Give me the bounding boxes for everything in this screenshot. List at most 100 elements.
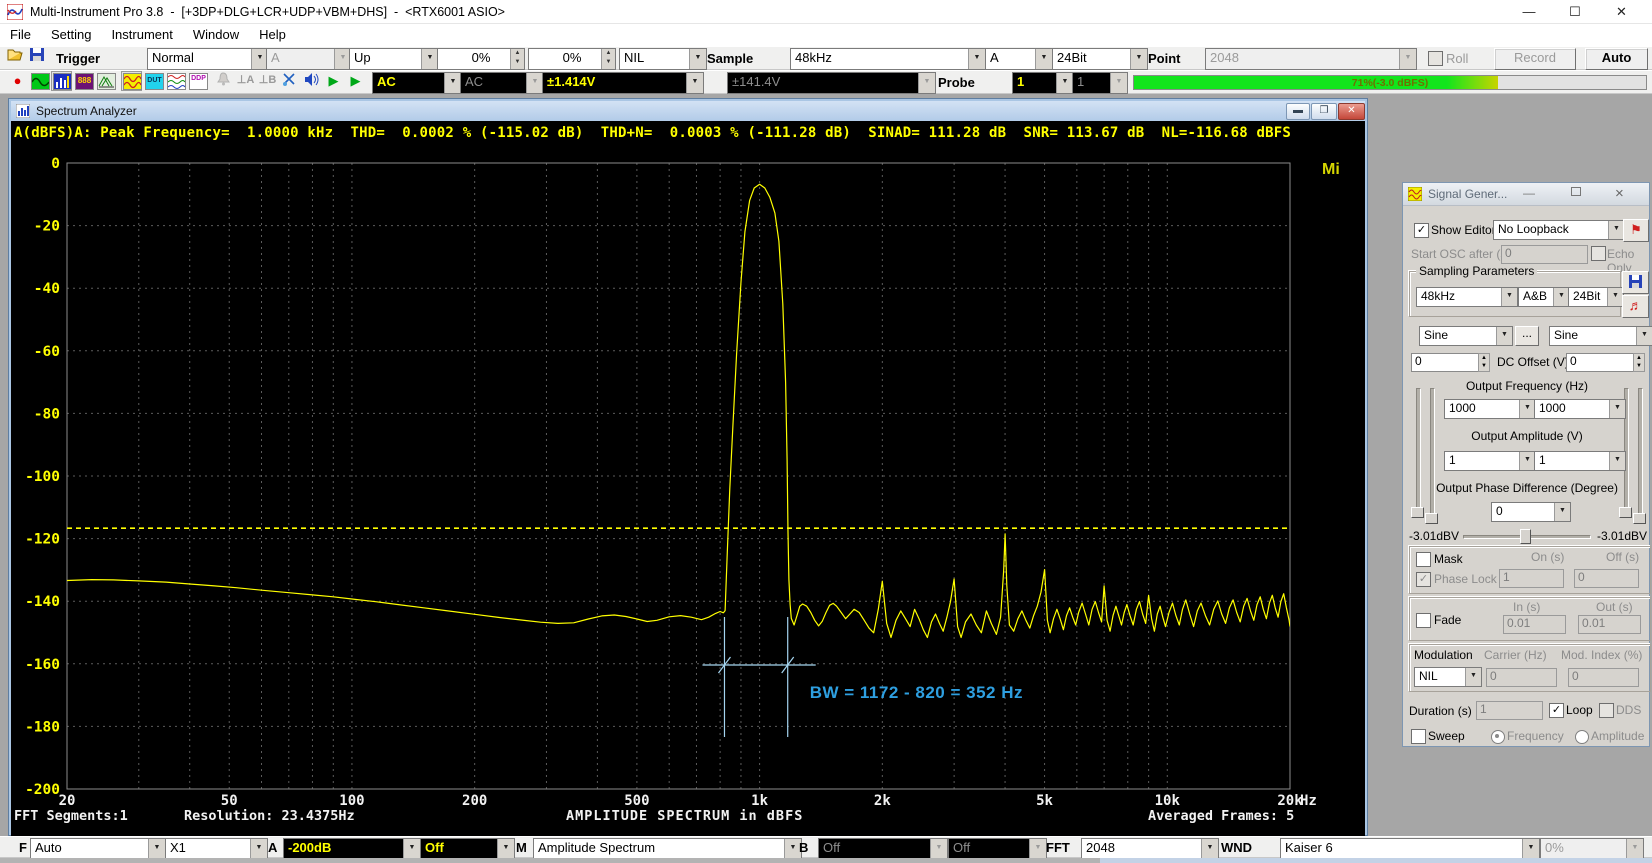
record-icon[interactable]: ● — [8, 72, 27, 90]
chevron-down-icon[interactable]: ▼ — [1554, 503, 1570, 521]
chevron-down-icon[interactable]: ▼ — [421, 49, 438, 69]
spectrum-minimize-button[interactable]: ▬ — [1286, 103, 1310, 120]
chevron-down-icon[interactable]: ▼ — [1496, 327, 1512, 345]
freq-b-slider-handle[interactable] — [1619, 507, 1632, 518]
window-function-select[interactable]: Kaiser 6▼ — [1280, 838, 1540, 860]
amplitude-b-select[interactable]: 1▼ — [1534, 451, 1626, 471]
run-generator-button[interactable]: ⚑ — [1623, 219, 1649, 242]
show-editor-checkbox[interactable] — [1414, 223, 1429, 238]
sample-bits-select[interactable]: 24Bit▼ — [1052, 48, 1148, 70]
panel-minimize-icon[interactable]: — — [1523, 186, 1535, 200]
derived-dps-icon[interactable] — [166, 72, 185, 90]
spectrum-3d-plot-icon[interactable] — [96, 72, 115, 90]
amp-a-slider[interactable] — [1430, 388, 1435, 518]
fade-checkbox[interactable] — [1416, 613, 1431, 628]
chevron-down-icon[interactable]: ▼ — [444, 73, 461, 93]
waveform-a-select[interactable]: Sine▼ — [1419, 326, 1513, 346]
sample-channel-select[interactable]: A▼ — [985, 48, 1053, 70]
chevron-down-icon[interactable]: ▼ — [1609, 452, 1625, 470]
save-icon[interactable] — [28, 48, 47, 66]
sound-output-icon[interactable] — [302, 72, 321, 90]
chevron-down-icon[interactable]: ▼ — [1608, 221, 1624, 239]
trigger-edge-select[interactable]: Up▼ — [349, 48, 439, 70]
menu-item-window[interactable]: Window — [183, 24, 249, 42]
chevron-down-icon[interactable]: ▼ — [1607, 288, 1623, 306]
signal-generator-titlebar[interactable]: Signal Gener... — × — [1403, 183, 1649, 206]
chevron-down-icon[interactable]: ▼ — [689, 49, 706, 69]
frequency-b-select[interactable]: 1000▼ — [1534, 399, 1626, 419]
probe-a-select[interactable]: 1▼ — [1012, 72, 1074, 94]
phase-difference-select[interactable]: 0▼ — [1491, 502, 1571, 522]
chevron-down-icon[interactable]: ▼ — [1553, 288, 1569, 306]
dc-offset-a-stepper[interactable]: ▲▼ — [1478, 353, 1490, 372]
spectrum-close-button[interactable]: ✕ — [1338, 103, 1365, 120]
spectrum-window-titlebar[interactable]: Spectrum Analyzer ▬ ❐ ✕ — [11, 101, 1365, 121]
trigger-delay-stepper[interactable]: 0%▲▼ — [528, 48, 616, 70]
chevron-down-icon[interactable]: ▼ — [1130, 49, 1147, 69]
sg-channels-select[interactable]: A&B▼ — [1518, 287, 1570, 307]
chevron-down-icon[interactable]: ▼ — [1519, 400, 1535, 418]
auto-button[interactable]: Auto — [1585, 48, 1648, 70]
spinner-arrows-icon[interactable]: ▲▼ — [601, 49, 615, 69]
chevron-down-icon[interactable]: ▼ — [1035, 49, 1052, 69]
a-mode-select[interactable]: Off▼ — [420, 838, 515, 860]
spinner-arrows-icon[interactable]: ▲▼ — [510, 49, 524, 69]
mask-checkbox[interactable] — [1416, 552, 1431, 567]
chevron-down-icon[interactable]: ▼ — [250, 839, 267, 859]
waveform-b-select[interactable]: Sine▼ — [1549, 326, 1652, 346]
open-wave-library-button[interactable]: ♬ — [1622, 295, 1649, 318]
loopback-select[interactable]: No Loopback▼ — [1493, 220, 1625, 240]
a-range-select[interactable]: -200dB▼ — [283, 838, 421, 860]
oscilloscope-icon[interactable] — [30, 72, 49, 90]
chevron-down-icon[interactable]: ▼ — [497, 839, 514, 859]
dc-offset-b-input[interactable]: 0 — [1566, 353, 1637, 372]
spectrum-restore-button[interactable]: ❐ — [1311, 103, 1337, 120]
chevron-down-icon[interactable]: ▼ — [1501, 288, 1517, 306]
dc-offset-b-stepper[interactable]: ▲▼ — [1633, 353, 1645, 372]
sample-rate-select[interactable]: 48kHz▼ — [790, 48, 986, 70]
chevron-down-icon[interactable]: ▼ — [1636, 327, 1652, 345]
chevron-down-icon[interactable]: ▼ — [1519, 452, 1535, 470]
single-run-icon[interactable]: ▶ — [346, 72, 365, 90]
balance-slider-handle[interactable] — [1520, 529, 1531, 544]
zoom-select[interactable]: X1▼ — [165, 838, 268, 860]
sg-sample-rate-select[interactable]: 48kHz▼ — [1416, 287, 1518, 307]
signal-generator-icon[interactable] — [122, 72, 141, 90]
modulation-select[interactable]: NIL▼ — [1414, 667, 1482, 687]
amp-b-slider-handle[interactable] — [1633, 513, 1646, 524]
panel-close-icon[interactable]: × — [1615, 185, 1624, 202]
display-mode-select[interactable]: Amplitude Spectrum▼ — [533, 838, 802, 860]
trigger-level-stepper[interactable]: 0%▲▼ — [437, 48, 525, 70]
more-waveform-button[interactable]: ... — [1515, 326, 1539, 346]
chevron-down-icon[interactable]: ▼ — [968, 49, 985, 69]
run-icon[interactable]: ▶ — [324, 72, 343, 90]
menu-item-setting[interactable]: Setting — [41, 24, 101, 42]
amp-b-slider[interactable] — [1638, 388, 1643, 518]
range-a-select[interactable]: ±1.414V▼ — [542, 72, 704, 94]
app-maximize-button[interactable]: ☐ — [1552, 0, 1598, 24]
chevron-down-icon[interactable]: ▼ — [1056, 73, 1073, 93]
chevron-down-icon[interactable]: ▼ — [1465, 668, 1481, 686]
spectrum-analyzer-icon[interactable] — [52, 72, 71, 90]
amplitude-a-select[interactable]: 1▼ — [1444, 451, 1536, 471]
trigger-reject-select[interactable]: NIL▼ — [619, 48, 707, 70]
freq-a-slider-handle[interactable] — [1411, 507, 1424, 518]
menu-item-instrument[interactable]: Instrument — [101, 24, 182, 42]
save-signal-button[interactable] — [1622, 271, 1649, 294]
menu-item-help[interactable]: Help — [249, 24, 296, 42]
freq-a-slider[interactable] — [1416, 388, 1421, 518]
app-minimize-button[interactable]: — — [1506, 0, 1552, 24]
panel-maximize-icon[interactable] — [1571, 187, 1581, 196]
chevron-down-icon[interactable]: ▼ — [1522, 839, 1539, 859]
fft-size-select[interactable]: 2048▼ — [1081, 838, 1219, 860]
multimeter-icon[interactable]: 888 — [74, 72, 93, 90]
ddp-viewer-icon[interactable]: DDP — [188, 72, 207, 90]
trigger-mode-select[interactable]: Normal▼ — [147, 48, 269, 70]
menu-item-file[interactable]: File — [0, 24, 41, 42]
frequency-a-select[interactable]: 1000▼ — [1444, 399, 1536, 419]
frequency-range-select[interactable]: Auto▼ — [30, 838, 166, 860]
amp-a-slider-handle[interactable] — [1425, 513, 1438, 524]
probe-calibration-icon[interactable] — [280, 72, 299, 90]
chevron-down-icon[interactable]: ▼ — [148, 839, 165, 859]
chevron-down-icon[interactable]: ▼ — [1201, 839, 1218, 859]
